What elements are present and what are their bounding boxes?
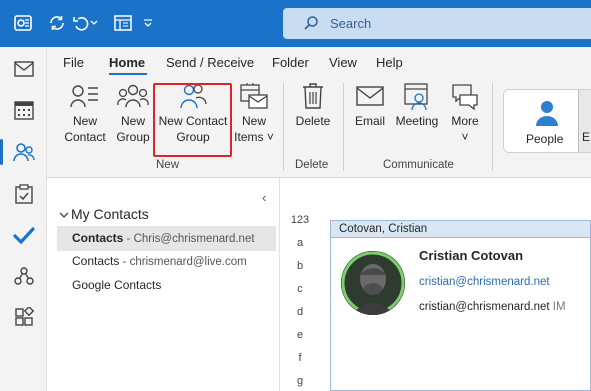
calendar-icon[interactable] — [0, 92, 47, 128]
delete-button[interactable]: Delete — [291, 81, 335, 129]
groups-icon[interactable] — [0, 258, 47, 294]
separator — [492, 83, 493, 171]
search-box[interactable]: Search — [283, 8, 591, 39]
envelope-icon — [356, 86, 384, 106]
layout-icon[interactable] — [112, 12, 134, 34]
chevron-down-icon — [59, 212, 69, 218]
ribbon: New Contact New Group New Contact Group … — [47, 77, 591, 178]
tab-help[interactable]: Help — [376, 55, 403, 70]
customize-dropdown-icon[interactable] — [140, 12, 156, 34]
new-items-button[interactable]: New Items ˅ — [233, 81, 275, 145]
meeting-icon — [404, 83, 428, 111]
folder-item-contacts-live[interactable]: Contacts - chrismenard@live.com — [57, 249, 276, 274]
ribbon-tabs: File Home Send / Receive Folder View Hel… — [47, 47, 591, 77]
index-letter[interactable]: e — [280, 329, 320, 352]
business-card-view-button[interactable]: E — [578, 90, 591, 152]
highlight-box — [153, 83, 232, 157]
trash-icon — [303, 83, 323, 109]
tab-home-underline — [109, 73, 147, 75]
tab-folder[interactable]: Folder — [272, 55, 309, 70]
collapse-pane-icon[interactable]: ‹ — [262, 190, 266, 205]
outlook-logo-icon[interactable] — [12, 12, 34, 34]
tasks-icon[interactable] — [0, 176, 47, 212]
index-letter[interactable]: 123 — [280, 214, 320, 237]
new-group-button[interactable]: New Group — [113, 81, 153, 145]
contact-name: Cristian Cotovan — [419, 248, 524, 263]
separator — [343, 83, 344, 171]
people-view-button[interactable]: People E — [503, 89, 591, 153]
contacts-view: 123 a b c d e f g Cotovan, Cristian Cris… — [280, 178, 591, 391]
person-icon — [536, 101, 558, 126]
new-contact-button[interactable]: New Contact — [61, 81, 109, 145]
group-label-communicate: Communicate — [383, 159, 454, 171]
contact-im: cristian@chrismenard.net IM — [419, 301, 566, 313]
contact-email-link[interactable]: cristian@chrismenard.net — [419, 276, 550, 288]
new-group-icon — [117, 84, 149, 108]
folder-item-google-contacts[interactable]: Google Contacts — [57, 273, 276, 298]
search-icon — [303, 15, 319, 34]
meeting-button[interactable]: Meeting — [393, 81, 441, 129]
group-label-delete: Delete — [295, 159, 329, 171]
group-label-new: New — [156, 159, 180, 171]
sync-icon[interactable] — [46, 12, 68, 34]
people-icon[interactable] — [0, 134, 47, 170]
title-bar: Search — [0, 0, 591, 47]
contact-card[interactable]: Cotovan, Cristian Cristian Cotovan crist… — [330, 220, 591, 391]
more-button[interactable]: More ˅ — [447, 81, 483, 145]
more-icon — [452, 84, 478, 111]
new-contact-icon — [70, 85, 98, 108]
tab-send-receive[interactable]: Send / Receive — [166, 55, 254, 70]
index-letter[interactable]: g — [280, 375, 320, 391]
alphabet-index: 123 a b c d e f g — [280, 214, 320, 391]
new-items-icon — [240, 83, 268, 109]
index-letter[interactable]: b — [280, 260, 320, 283]
todo-icon[interactable] — [0, 217, 47, 253]
index-letter[interactable]: c — [280, 283, 320, 306]
my-contacts-heading[interactable]: My Contacts — [59, 206, 149, 222]
undo-dropdown-icon[interactable] — [88, 12, 100, 34]
tab-view[interactable]: View — [329, 55, 357, 70]
folder-item-contacts-chrismenard[interactable]: Contacts - Chris@chrismenard.net — [57, 226, 276, 251]
contact-avatar — [341, 251, 405, 315]
folder-pane: ‹ My Contacts Contacts - Chris@chrismena… — [47, 178, 280, 391]
apps-icon[interactable] — [0, 299, 47, 335]
search-placeholder: Search — [330, 16, 372, 31]
email-button[interactable]: Email — [351, 81, 389, 129]
separator — [283, 83, 284, 171]
index-letter[interactable]: f — [280, 352, 320, 375]
navigation-rail — [0, 47, 47, 391]
index-letter[interactable]: d — [280, 306, 320, 329]
contact-card-header: Cotovan, Cristian — [331, 221, 590, 238]
tab-home[interactable]: Home — [109, 55, 145, 70]
mail-icon[interactable] — [0, 51, 47, 87]
index-letter[interactable]: a — [280, 237, 320, 260]
tab-file[interactable]: File — [63, 55, 84, 70]
